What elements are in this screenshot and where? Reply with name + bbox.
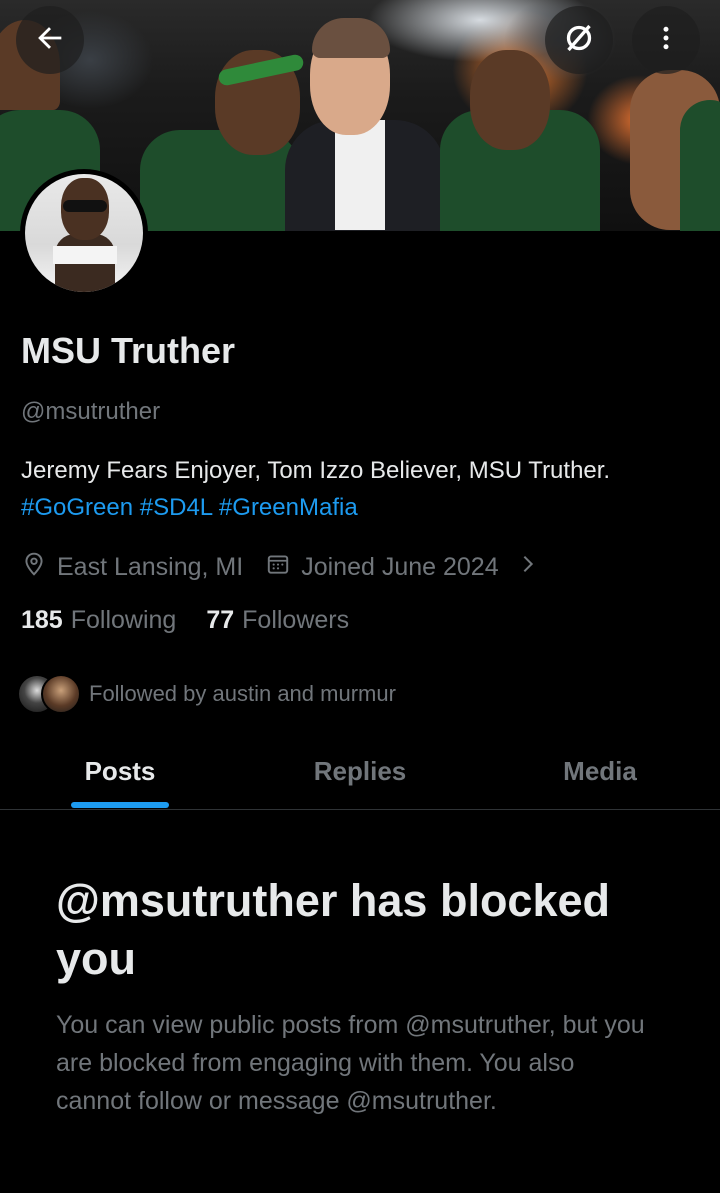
- tab-replies[interactable]: Replies: [240, 740, 480, 802]
- bio-hashtags: #GoGreen #SD4L #GreenMafia: [21, 489, 711, 526]
- back-button[interactable]: [16, 6, 84, 74]
- tab-label: Media: [563, 755, 637, 786]
- avatar-image: [25, 174, 143, 292]
- tracking-button[interactable]: [545, 6, 613, 74]
- following-count: 185: [21, 606, 63, 634]
- more-button[interactable]: [632, 6, 700, 74]
- location: East Lansing, MI: [21, 551, 243, 584]
- profile-meta[interactable]: East Lansing, MI Joined June 2024: [21, 548, 549, 586]
- mutual-avatar: [41, 674, 81, 714]
- followers-link[interactable]: 77 Followers: [206, 606, 349, 635]
- location-pin-icon: [21, 551, 57, 584]
- user-handle: @msutruther: [21, 398, 161, 425]
- join-date: Joined June 2024: [265, 551, 499, 584]
- followers-label: Followers: [242, 606, 350, 634]
- blocked-title: @msutruther has blocked you: [56, 875, 610, 984]
- blocked-description: You can view public posts from @msutruth…: [56, 1011, 645, 1115]
- joined-text: Joined June 2024: [301, 552, 499, 581]
- following-link[interactable]: 185 Following: [21, 606, 176, 635]
- more-vertical-icon: [651, 23, 681, 58]
- arrow-left-icon: [33, 21, 67, 60]
- profile-bio: Jeremy Fears Enjoyer, Tom Izzo Believer,…: [21, 452, 711, 526]
- tab-posts[interactable]: Posts: [0, 740, 240, 808]
- profile-tabs: Posts Replies Media: [0, 740, 720, 810]
- tab-media[interactable]: Media: [480, 740, 720, 802]
- hashtag-link[interactable]: #GreenMafia: [219, 494, 358, 521]
- calendar-icon: [265, 551, 301, 584]
- mutual-avatars: [17, 674, 83, 714]
- chevron-right-icon[interactable]: [517, 553, 549, 582]
- followed-by[interactable]: Followed by austin and murmur: [17, 674, 396, 714]
- avatar[interactable]: [20, 169, 148, 297]
- following-label: Following: [70, 606, 177, 634]
- hashtag-link[interactable]: #SD4L: [140, 494, 213, 521]
- bio-text: Jeremy Fears Enjoyer, Tom Izzo Believer,…: [21, 457, 611, 484]
- slashed-circle-icon: [561, 20, 597, 61]
- display-name: MSU Truther: [21, 330, 236, 371]
- hashtag-link[interactable]: #GoGreen: [21, 494, 133, 521]
- followed-by-text: Followed by austin and murmur: [89, 681, 396, 706]
- tab-label: Replies: [313, 755, 407, 786]
- follow-counts: 185 Following 77 Followers: [21, 606, 379, 635]
- active-tab-indicator: [71, 802, 169, 808]
- location-text: East Lansing, MI: [57, 552, 244, 581]
- followers-count: 77: [206, 606, 235, 634]
- tab-label: Posts: [84, 755, 156, 786]
